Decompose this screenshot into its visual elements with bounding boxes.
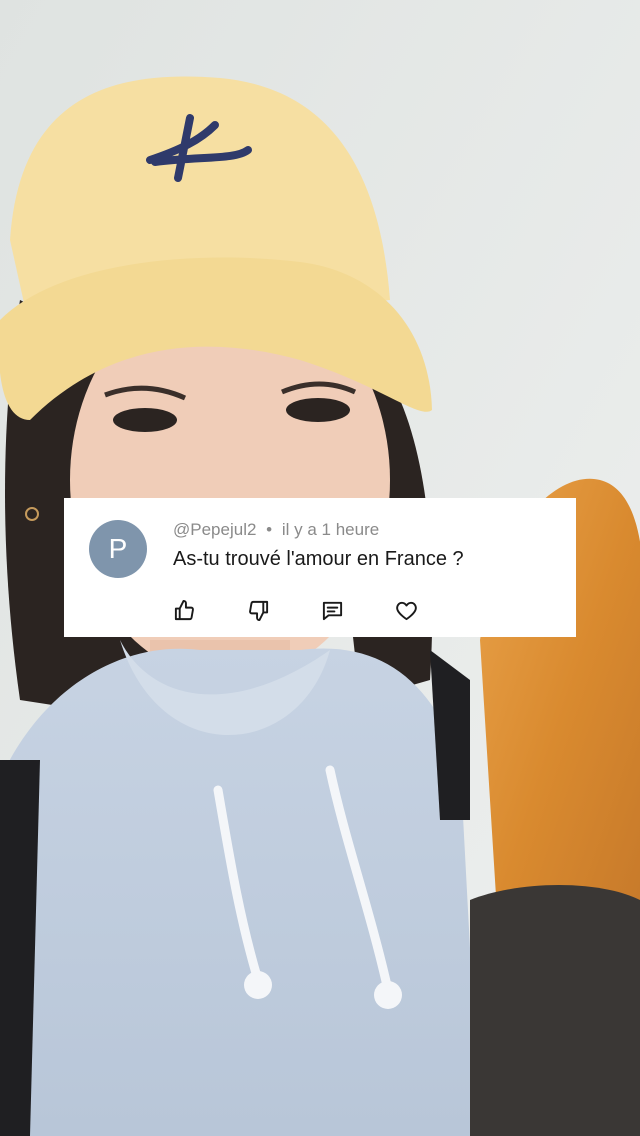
- heart-button[interactable]: [393, 597, 419, 623]
- comment-card: P @Pepejul2 • il y a 1 heure As-tu trouv…: [64, 498, 576, 637]
- avatar-letter: P: [108, 533, 128, 564]
- reply-comment-icon: [322, 601, 342, 620]
- meta-separator: •: [266, 520, 273, 539]
- heart-icon: [395, 601, 417, 620]
- reply-button[interactable]: [319, 597, 345, 623]
- like-button[interactable]: [171, 597, 197, 623]
- comment-actions: [171, 597, 441, 623]
- thumbs-up-icon: [174, 599, 194, 620]
- dislike-button[interactable]: [245, 597, 271, 623]
- avatar[interactable]: P: [89, 520, 147, 578]
- comment-text: As-tu trouvé l'amour en France ?: [173, 548, 464, 570]
- comment-timestamp: il y a 1 heure: [281, 520, 380, 539]
- comment-meta: @Pepejul2 • il y a 1 heure: [173, 520, 379, 540]
- comment-username[interactable]: @Pepejul2: [173, 520, 256, 539]
- thumbs-down-icon: [248, 600, 268, 621]
